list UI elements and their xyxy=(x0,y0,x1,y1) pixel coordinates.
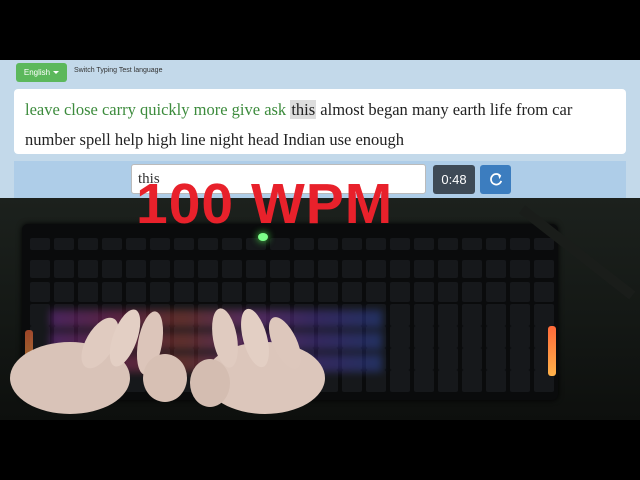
timer: 0:48 xyxy=(433,165,475,194)
word: spell xyxy=(79,130,111,149)
word: use xyxy=(329,130,352,149)
refresh-icon xyxy=(489,172,502,185)
word: quickly xyxy=(139,100,190,119)
word: from xyxy=(515,100,549,119)
word: earth xyxy=(452,100,486,119)
word: give xyxy=(231,100,261,119)
word: close xyxy=(63,100,98,119)
word: head xyxy=(247,130,279,149)
word: high xyxy=(147,130,177,149)
word: help xyxy=(114,130,144,149)
word: line xyxy=(180,130,206,149)
word: ask xyxy=(264,100,287,119)
wpm-overlay-text: 100 WPM xyxy=(136,172,394,236)
language-button-label: English xyxy=(23,68,51,77)
word: car xyxy=(552,100,573,119)
word: enough xyxy=(355,130,405,149)
bottom-black-bar xyxy=(0,420,640,480)
word: almost xyxy=(320,100,365,119)
reset-button[interactable] xyxy=(480,165,511,194)
word: many xyxy=(411,100,449,119)
caret-down-icon xyxy=(53,71,60,74)
language-dropdown-button[interactable]: English xyxy=(16,63,67,82)
word-list: leave close carry quickly more give ask … xyxy=(14,89,626,154)
word: Indian xyxy=(283,130,326,149)
word: carry xyxy=(101,100,136,119)
word: leave xyxy=(25,100,60,119)
word: more xyxy=(193,100,228,119)
word: life xyxy=(489,100,512,119)
word: number xyxy=(25,130,76,149)
word: this xyxy=(290,100,317,119)
top-black-bar xyxy=(0,0,640,60)
word: began xyxy=(368,100,408,119)
switch-language-label: Switch Typing Test language xyxy=(74,67,163,74)
word: night xyxy=(209,130,244,149)
